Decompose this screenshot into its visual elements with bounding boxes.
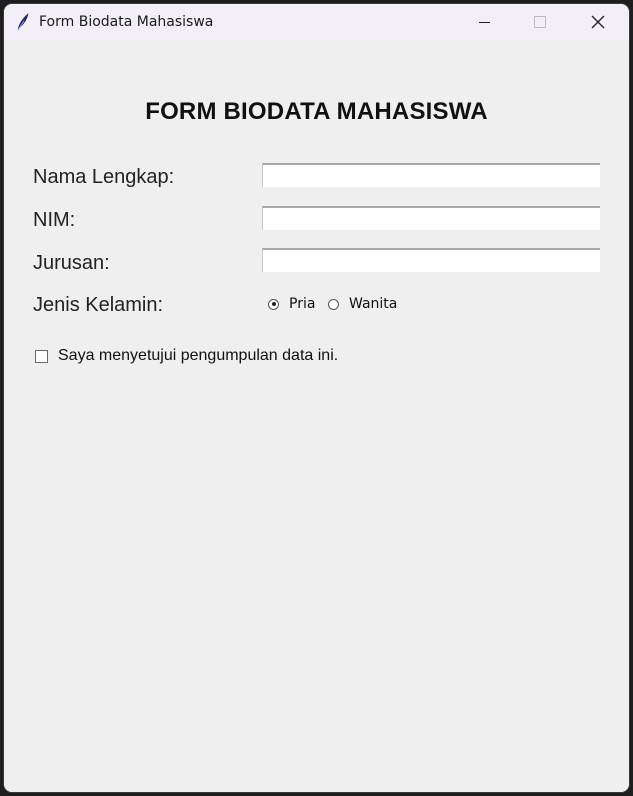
radio-pria-indicator[interactable] xyxy=(268,298,279,310)
radio-pria-label: Pria xyxy=(289,296,316,312)
close-icon xyxy=(591,15,605,29)
title-bar[interactable]: Form Biodata Mahasiswa xyxy=(4,4,629,40)
minimize-icon xyxy=(478,21,490,23)
close-button[interactable] xyxy=(570,4,626,40)
nama-lengkap-label: Nama Lengkap: xyxy=(33,166,175,188)
radio-wanita[interactable]: Wanita xyxy=(328,295,397,313)
maximize-button[interactable] xyxy=(512,4,568,40)
jenis-kelamin-label: Jenis Kelamin: xyxy=(33,294,164,316)
radio-wanita-indicator[interactable] xyxy=(328,298,339,310)
nim-label: NIM: xyxy=(33,209,76,231)
window-title: Form Biodata Mahasiswa xyxy=(39,14,214,30)
consent-checkbox-row[interactable]: Saya menyetujui pengumpulan data ini. xyxy=(35,346,338,366)
consent-label: Saya menyetujui pengumpulan data ini. xyxy=(58,347,339,364)
consent-checkbox[interactable] xyxy=(35,349,48,363)
minimize-button[interactable] xyxy=(456,4,512,40)
nama-lengkap-input[interactable] xyxy=(262,163,600,187)
app-window: Form Biodata Mahasiswa FORM BIODATA MAHA… xyxy=(4,4,629,792)
radio-wanita-label: Wanita xyxy=(349,296,398,312)
nim-input[interactable] xyxy=(262,206,600,230)
maximize-icon xyxy=(534,16,546,28)
feather-icon xyxy=(15,13,31,31)
form-area: FORM BIODATA MAHASISWA Nama Lengkap: NIM… xyxy=(4,40,629,792)
form-heading: FORM BIODATA MAHASISWA xyxy=(145,98,488,125)
jurusan-input[interactable] xyxy=(262,248,600,272)
radio-pria[interactable]: Pria xyxy=(268,295,315,313)
jurusan-label: Jurusan: xyxy=(33,252,110,274)
